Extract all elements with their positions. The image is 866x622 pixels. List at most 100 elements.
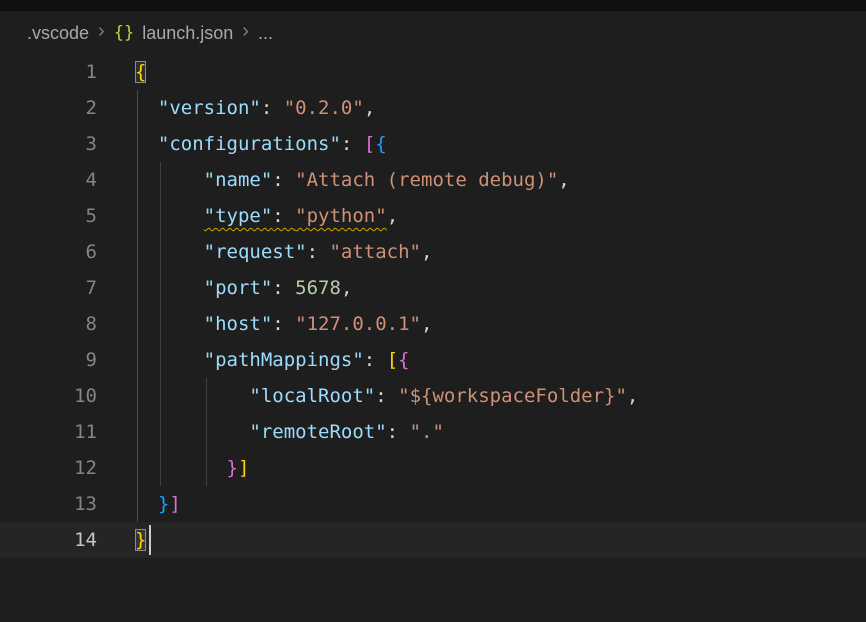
- code-token: [135, 385, 249, 407]
- code-line[interactable]: 13 }]: [0, 486, 866, 522]
- line-number[interactable]: 1: [0, 54, 97, 90]
- code-line-content[interactable]: }]: [135, 450, 866, 486]
- code-token: "${workspaceFolder}": [398, 385, 627, 407]
- line-number[interactable]: 10: [0, 378, 97, 414]
- line-number[interactable]: 6: [0, 234, 97, 270]
- code-token: "python": [295, 205, 387, 227]
- indent-guide: [206, 414, 207, 450]
- line-number[interactable]: 11: [0, 414, 97, 450]
- code-token: [135, 313, 204, 335]
- code-token: [135, 457, 227, 479]
- code-token: :: [261, 97, 284, 119]
- code-line-content[interactable]: }: [135, 522, 866, 558]
- code-token: ,: [627, 385, 638, 407]
- code-token: [: [364, 133, 375, 155]
- code-token: :: [272, 169, 295, 191]
- line-number[interactable]: 2: [0, 90, 97, 126]
- code-token: ,: [364, 97, 375, 119]
- indent-guide: [160, 198, 161, 234]
- code-line-content[interactable]: "request": "attach",: [135, 234, 866, 270]
- code-token: :: [364, 349, 387, 371]
- indent-guide: [137, 378, 138, 414]
- code-token: "type": [204, 205, 273, 227]
- code-token: "localRoot": [249, 385, 375, 407]
- code-line[interactable]: 9 "pathMappings": [{: [0, 342, 866, 378]
- code-token: "Attach (remote debug)": [295, 169, 558, 191]
- code-line-content[interactable]: "configurations": [{: [135, 126, 866, 162]
- code-token: ,: [341, 277, 352, 299]
- code-token: 5678: [295, 277, 341, 299]
- code-token: "request": [204, 241, 307, 263]
- code-line[interactable]: 4 "name": "Attach (remote debug)",: [0, 162, 866, 198]
- code-token: {: [398, 349, 409, 371]
- code-token: :: [272, 313, 295, 335]
- code-token: [135, 277, 204, 299]
- code-line-content[interactable]: "name": "Attach (remote debug)",: [135, 162, 866, 198]
- code-line-content[interactable]: "remoteRoot": ".": [135, 414, 866, 450]
- code-token: }: [158, 493, 169, 515]
- vscode-editor-window: .vscode › {} launch.json › ... 1{2 "vers…: [0, 0, 866, 622]
- indent-guide: [137, 198, 138, 234]
- indent-guide: [206, 378, 207, 414]
- indent-guide: [137, 126, 138, 162]
- code-line-content[interactable]: "port": 5678,: [135, 270, 866, 306]
- code-line-content[interactable]: }]: [135, 486, 866, 522]
- indent-guide: [137, 162, 138, 198]
- code-token: }: [227, 457, 238, 479]
- code-token: :: [272, 205, 295, 227]
- indent-guide: [137, 306, 138, 342]
- line-number[interactable]: 13: [0, 486, 97, 522]
- breadcrumb-file[interactable]: launch.json: [142, 23, 233, 44]
- line-number[interactable]: 8: [0, 306, 97, 342]
- indent-guide: [137, 342, 138, 378]
- chevron-right-icon: ›: [233, 20, 258, 43]
- code-line[interactable]: 12 }]: [0, 450, 866, 486]
- code-token: [135, 493, 158, 515]
- code-token: "attach": [329, 241, 421, 263]
- breadcrumb-symbol-ellipsis[interactable]: ...: [258, 23, 273, 44]
- code-token: [135, 133, 158, 155]
- code-line[interactable]: 8 "host": "127.0.0.1",: [0, 306, 866, 342]
- code-line[interactable]: 11 "remoteRoot": ".": [0, 414, 866, 450]
- line-number[interactable]: 4: [0, 162, 97, 198]
- code-line-content[interactable]: "localRoot": "${workspaceFolder}",: [135, 378, 866, 414]
- indent-guide: [160, 162, 161, 198]
- code-line[interactable]: 3 "configurations": [{: [0, 126, 866, 162]
- code-token: [: [387, 349, 398, 371]
- indent-guide: [206, 450, 207, 486]
- code-line[interactable]: 7 "port": 5678,: [0, 270, 866, 306]
- indent-guide: [137, 486, 138, 522]
- matched-bracket: {: [135, 61, 146, 83]
- code-token: {: [375, 133, 386, 155]
- line-number[interactable]: 7: [0, 270, 97, 306]
- code-line-content[interactable]: {: [135, 54, 866, 90]
- code-token: :: [387, 421, 410, 443]
- breadcrumb-folder[interactable]: .vscode: [27, 23, 89, 44]
- code-line[interactable]: 5 "type": "python",: [0, 198, 866, 234]
- indent-guide: [160, 450, 161, 486]
- code-token: "port": [204, 277, 273, 299]
- code-line[interactable]: 14}: [0, 522, 866, 558]
- code-line[interactable]: 6 "request": "attach",: [0, 234, 866, 270]
- indent-guide: [160, 270, 161, 306]
- code-token: [135, 169, 204, 191]
- line-number[interactable]: 14: [0, 522, 97, 558]
- code-line[interactable]: 2 "version": "0.2.0",: [0, 90, 866, 126]
- code-line-content[interactable]: "type": "python",: [135, 198, 866, 234]
- line-number[interactable]: 12: [0, 450, 97, 486]
- code-token: :: [307, 241, 330, 263]
- code-line-content[interactable]: "host": "127.0.0.1",: [135, 306, 866, 342]
- code-line[interactable]: 10 "localRoot": "${workspaceFolder}",: [0, 378, 866, 414]
- code-line-content[interactable]: "version": "0.2.0",: [135, 90, 866, 126]
- code-token: [135, 241, 204, 263]
- matched-bracket: }: [135, 529, 146, 551]
- code-token: "remoteRoot": [249, 421, 386, 443]
- indent-guide: [160, 306, 161, 342]
- indent-guide: [137, 234, 138, 270]
- line-number[interactable]: 3: [0, 126, 97, 162]
- code-line-content[interactable]: "pathMappings": [{: [135, 342, 866, 378]
- code-line[interactable]: 1{: [0, 54, 866, 90]
- line-number[interactable]: 9: [0, 342, 97, 378]
- code-area[interactable]: 1{2 "version": "0.2.0",3 "configurations…: [0, 54, 866, 558]
- line-number[interactable]: 5: [0, 198, 97, 234]
